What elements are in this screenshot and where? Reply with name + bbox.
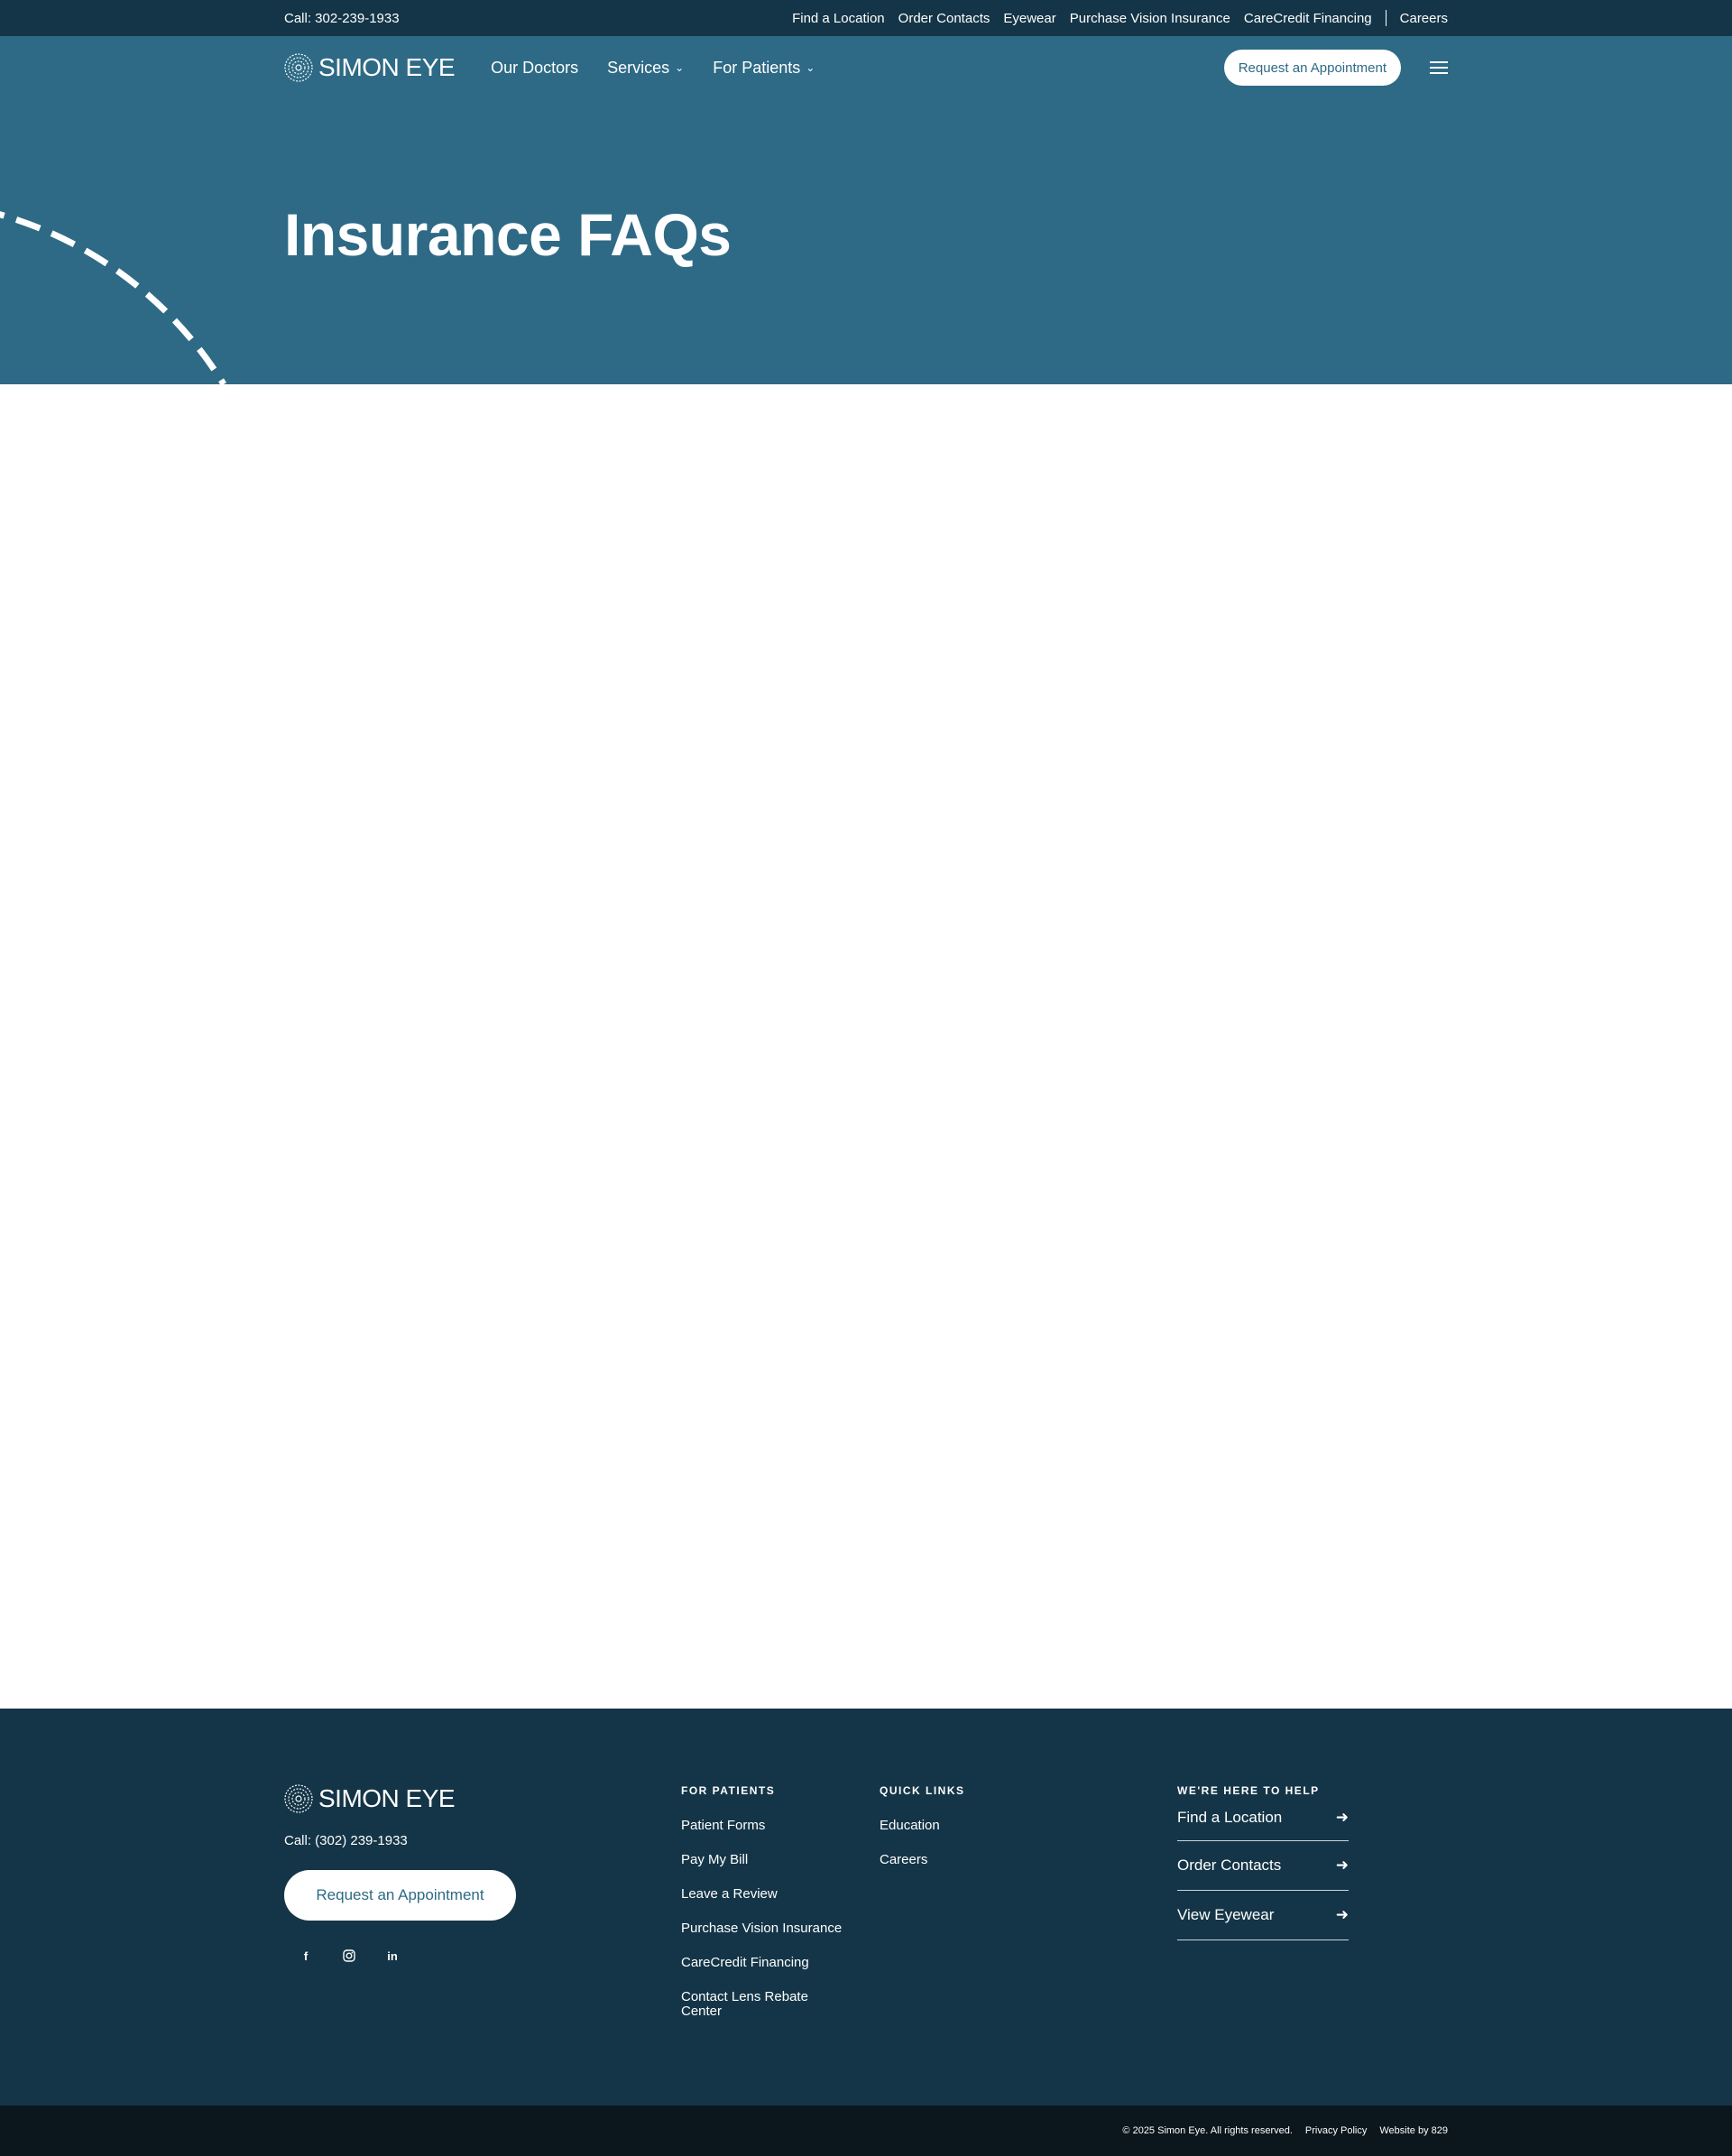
footer-request-appointment-button[interactable]: Request an Appointment <box>284 1870 516 1921</box>
footer-brand-column: SIMON EYE Call: (302) 239-1933 Request a… <box>284 1784 516 1965</box>
arrow-right-icon: ➜ <box>1335 1809 1349 1826</box>
top-link-order-contacts[interactable]: Order Contacts <box>898 11 990 26</box>
footer-link-patient-forms[interactable]: Patient Forms <box>681 1819 861 1833</box>
footer-link-careers[interactable]: Careers <box>880 1853 1060 1867</box>
instagram-icon[interactable] <box>342 1949 356 1965</box>
logo-iris-icon <box>284 53 313 82</box>
help-link-find-location[interactable]: Find a Location ➜ <box>1177 1797 1349 1841</box>
main-nav: SIMON EYE Our Doctors Services ⌄ For Pat… <box>284 36 1448 99</box>
help-link-view-eyewear[interactable]: View Eyewear ➜ <box>1177 1891 1349 1940</box>
footer-link-leave-review[interactable]: Leave a Review <box>681 1887 861 1902</box>
page-title: Insurance FAQs <box>284 201 732 268</box>
nav-actions: Request an Appointment <box>1223 50 1448 86</box>
request-appointment-button[interactable]: Request an Appointment <box>1223 50 1401 86</box>
footer-link-vision-insurance[interactable]: Purchase Vision Insurance <box>681 1921 861 1936</box>
arrow-right-icon: ➜ <box>1335 1857 1349 1874</box>
nav-for-patients-label: For Patients <box>713 58 801 77</box>
help-link-label: View Eyewear <box>1177 1906 1275 1923</box>
decorative-dashed-arc <box>0 211 226 384</box>
linkedin-icon[interactable]: in <box>385 1949 400 1965</box>
logo-iris-icon <box>284 1784 313 1813</box>
top-link-eyewear[interactable]: Eyewear <box>1003 11 1055 26</box>
nav-links: Our Doctors Services ⌄ For Patients ⌄ <box>491 59 843 78</box>
copyright-text: © 2025 Simon Eye. All rights reserved. <box>1122 2125 1293 2136</box>
bottom-legal-bar: © 2025 Simon Eye. All rights reserved. P… <box>0 2105 1732 2156</box>
footer-logo-text: SIMON EYE <box>318 1784 456 1812</box>
logo-text: SIMON EYE <box>318 53 456 81</box>
chevron-down-icon: ⌄ <box>675 61 685 74</box>
website-credit-link[interactable]: Website by 829 <box>1379 2125 1448 2136</box>
privacy-policy-link[interactable]: Privacy Policy <box>1305 2125 1367 2136</box>
top-call-link[interactable]: Call: 302-239-1933 <box>284 11 400 26</box>
arrow-right-icon: ➜ <box>1335 1906 1349 1923</box>
site-logo[interactable]: SIMON EYE <box>284 53 456 82</box>
footer-quick-links-heading: QUICK LINKS <box>880 1784 965 1797</box>
help-link-label: Order Contacts <box>1177 1857 1282 1874</box>
top-link-vision-insurance[interactable]: Purchase Vision Insurance <box>1070 11 1230 26</box>
hero-banner: SIMON EYE Our Doctors Services ⌄ For Pat… <box>0 36 1732 384</box>
top-link-find-location[interactable]: Find a Location <box>792 11 885 26</box>
hamburger-menu-icon[interactable] <box>1430 61 1448 74</box>
nav-our-doctors-label: Our Doctors <box>491 58 579 77</box>
footer-link-carecredit[interactable]: CareCredit Financing <box>681 1956 861 1970</box>
footer-quick-links: QUICK LINKS Education Careers <box>880 1784 1060 1887</box>
help-link-order-contacts[interactable]: Order Contacts ➜ <box>1177 1841 1349 1891</box>
footer-for-patients-heading: FOR PATIENTS <box>681 1784 776 1797</box>
footer-link-contact-lens-rebate[interactable]: Contact Lens Rebate Center <box>681 1990 834 2019</box>
help-link-label: Find a Location <box>1177 1809 1283 1826</box>
nav-services-label: Services <box>607 58 670 77</box>
footer-logo[interactable]: SIMON EYE <box>284 1784 516 1813</box>
footer-help: WE'RE HERE TO HELP Find a Location ➜ Ord… <box>1177 1784 1349 1940</box>
footer-link-pay-bill[interactable]: Pay My Bill <box>681 1853 861 1867</box>
top-links: Find a Location Order Contacts Eyewear P… <box>778 10 1448 26</box>
footer-help-heading: WE'RE HERE TO HELP <box>1177 1784 1320 1797</box>
nav-for-patients[interactable]: For Patients ⌄ <box>713 59 815 78</box>
nav-services[interactable]: Services ⌄ <box>607 59 684 78</box>
chevron-down-icon: ⌄ <box>806 61 815 74</box>
footer-for-patients: FOR PATIENTS Patient Forms Pay My Bill L… <box>681 1784 861 2039</box>
footer-call-link[interactable]: Call: (302) 239-1933 <box>284 1833 516 1848</box>
top-utility-bar: Call: 302-239-1933 Find a Location Order… <box>0 0 1732 36</box>
top-links-divider <box>1385 10 1387 26</box>
social-links: f in <box>299 1949 516 1965</box>
top-link-carecredit[interactable]: CareCredit Financing <box>1244 11 1372 26</box>
top-link-careers[interactable]: Careers <box>1400 11 1448 26</box>
site-footer: SIMON EYE Call: (302) 239-1933 Request a… <box>0 1709 1732 2105</box>
facebook-icon[interactable]: f <box>299 1949 313 1965</box>
footer-link-education[interactable]: Education <box>880 1819 1060 1833</box>
nav-our-doctors[interactable]: Our Doctors <box>491 59 578 78</box>
